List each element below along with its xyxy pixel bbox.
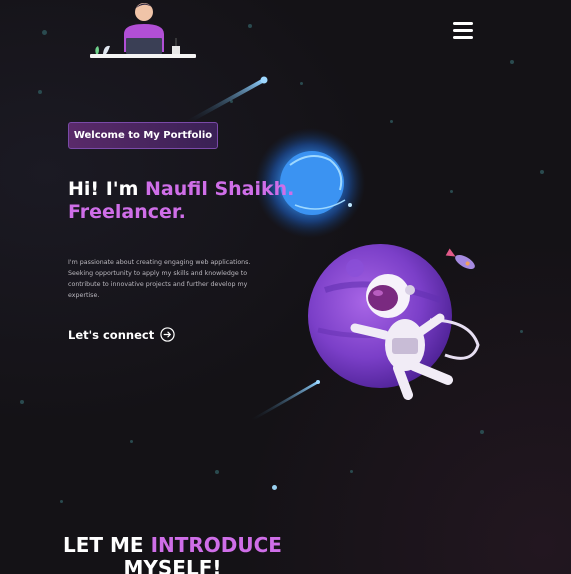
about-title-part1: LET ME <box>63 533 144 557</box>
rocket-icon <box>445 248 475 269</box>
hero-role: Freelancer. <box>68 201 186 223</box>
about-title-part2: MYSELF! <box>123 556 222 574</box>
about-title-accent: INTRODUCE <box>150 533 282 557</box>
comet-icon <box>250 380 320 422</box>
about-section-title: LET ME INTRODUCE MYSELF! <box>0 534 345 574</box>
person-at-laptop-icon <box>90 3 196 58</box>
comet-icon <box>186 76 268 124</box>
menu-button[interactable] <box>453 22 475 40</box>
hamburger-icon <box>453 29 473 32</box>
welcome-badge: Welcome to My Portfolio <box>68 122 218 149</box>
hero-title: Hi! I'm Naufil Shaikh. Freelancer. <box>68 178 298 224</box>
hero-greeting: Hi! I'm <box>68 178 139 200</box>
lets-connect-button[interactable]: Let's connect <box>68 327 175 342</box>
arrow-right-circle-icon <box>160 327 175 342</box>
connect-label: Let's connect <box>68 327 155 342</box>
hamburger-icon <box>453 36 473 39</box>
hamburger-icon <box>453 22 473 25</box>
hero-name: Naufil Shaikh. <box>145 178 295 200</box>
hero-description: I'm passionate about creating engaging w… <box>68 259 251 299</box>
